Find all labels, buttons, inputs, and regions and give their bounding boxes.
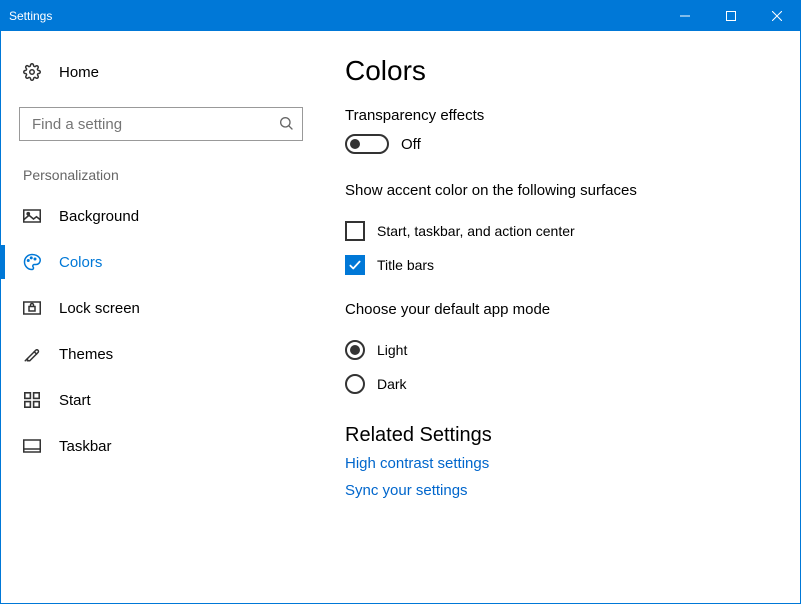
sidebar-item-start[interactable]: Start xyxy=(19,377,303,423)
themes-icon xyxy=(23,345,41,363)
transparency-toggle[interactable] xyxy=(345,134,389,154)
main-panel: Colors Transparency effects Off Show acc… xyxy=(321,31,800,603)
radio-label: Dark xyxy=(377,376,407,392)
search-icon xyxy=(278,115,294,134)
sidebar-item-taskbar[interactable]: Taskbar xyxy=(19,423,303,469)
app-mode-radio-light[interactable]: Light xyxy=(345,340,776,360)
gear-icon xyxy=(23,63,41,81)
section-label: Personalization xyxy=(19,167,303,183)
sidebar-item-label: Start xyxy=(59,392,91,409)
sidebar-item-background[interactable]: Background xyxy=(19,193,303,239)
checkbox-label: Title bars xyxy=(377,257,434,273)
sidebar-item-label: Themes xyxy=(59,346,113,363)
app-mode-label: Choose your default app mode xyxy=(345,301,776,318)
minimize-button[interactable] xyxy=(662,1,708,31)
maximize-button[interactable] xyxy=(708,1,754,31)
home-label: Home xyxy=(59,64,99,81)
link-sync-settings[interactable]: Sync your settings xyxy=(345,482,776,499)
sidebar-item-lock-screen[interactable]: Lock screen xyxy=(19,285,303,331)
checkbox-icon xyxy=(345,221,365,241)
sidebar-item-themes[interactable]: Themes xyxy=(19,331,303,377)
home-nav[interactable]: Home xyxy=(19,55,303,89)
lock-screen-icon xyxy=(23,299,41,317)
sidebar-item-label: Lock screen xyxy=(59,300,140,317)
sidebar-item-label: Taskbar xyxy=(59,438,112,455)
accent-checkbox-start-taskbar[interactable]: Start, taskbar, and action center xyxy=(345,221,776,241)
titlebar: Settings xyxy=(1,1,800,31)
sidebar-item-colors[interactable]: Colors xyxy=(19,239,303,285)
accent-surfaces-label: Show accent color on the following surfa… xyxy=(345,182,776,199)
transparency-state: Off xyxy=(401,136,421,153)
palette-icon xyxy=(23,253,41,271)
app-mode-radio-dark[interactable]: Dark xyxy=(345,374,776,394)
sidebar-item-label: Background xyxy=(59,208,139,225)
link-high-contrast[interactable]: High contrast settings xyxy=(345,455,776,472)
taskbar-icon xyxy=(23,437,41,455)
start-icon xyxy=(23,391,41,409)
picture-icon xyxy=(23,207,41,225)
radio-icon xyxy=(345,374,365,394)
window-title: Settings xyxy=(9,9,52,23)
radio-label: Light xyxy=(377,342,407,358)
radio-selected-icon xyxy=(345,340,365,360)
accent-checkbox-title-bars[interactable]: Title bars xyxy=(345,255,776,275)
page-title: Colors xyxy=(345,55,776,87)
checkbox-label: Start, taskbar, and action center xyxy=(377,223,575,239)
related-settings-heading: Related Settings xyxy=(345,424,776,447)
transparency-label: Transparency effects xyxy=(345,107,776,124)
checkbox-checked-icon xyxy=(345,255,365,275)
close-button[interactable] xyxy=(754,1,800,31)
sidebar: Home Personalization Background Colors xyxy=(1,31,321,603)
search-box[interactable] xyxy=(19,107,303,141)
search-input[interactable] xyxy=(30,115,278,134)
sidebar-item-label: Colors xyxy=(59,254,102,271)
